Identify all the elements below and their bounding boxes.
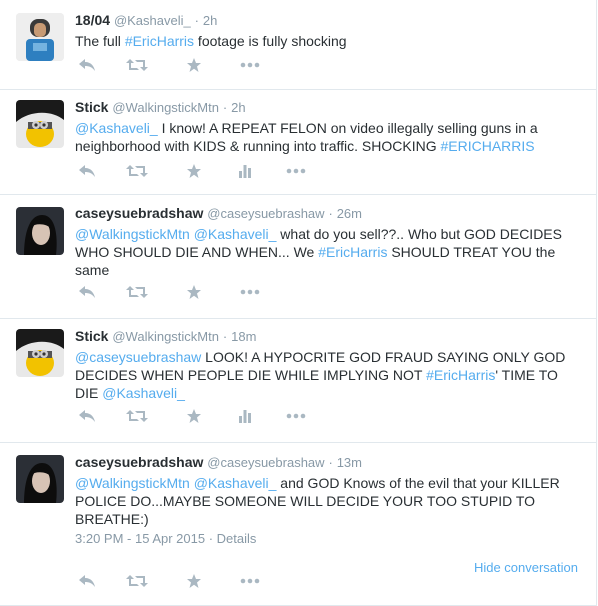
separator: ·	[328, 455, 333, 470]
favorite-icon[interactable]	[182, 56, 206, 74]
tweet-text: @WalkingstickMtn @Kashaveli_ and GOD Kno…	[75, 474, 584, 528]
conversation-timeline: 18/04 @Kashaveli_ · 2h The full #EricHar…	[0, 0, 597, 606]
tweet-time[interactable]: 2h	[231, 100, 245, 115]
tweet-time[interactable]: 26m	[337, 206, 362, 221]
mention-link[interactable]: @WalkingstickMtn	[75, 226, 190, 242]
mention-link[interactable]: @WalkingstickMtn	[75, 475, 190, 491]
tweet-2[interactable]: Stick @WalkingstickMtn · 2h @Kashaveli_ …	[0, 90, 596, 195]
reply-icon[interactable]	[75, 572, 99, 590]
tweet-header: 18/04 @Kashaveli_ · 2h	[75, 11, 584, 30]
text-part: footage is fully shocking	[194, 33, 347, 49]
fullname[interactable]: 18/04	[75, 12, 110, 28]
avatar[interactable]	[16, 455, 64, 503]
mention-link[interactable]: @Kashaveli_	[194, 226, 277, 242]
mention-link[interactable]: @Kashaveli_	[75, 120, 158, 136]
tweet-timestamp-details[interactable]: 3:20 PM - 15 Apr 2015 · Details	[75, 531, 256, 546]
tweet-header: Stick @WalkingstickMtn · 18m	[75, 327, 584, 346]
avatar[interactable]	[16, 207, 64, 255]
tweet-header: caseysuebradshaw @caseysuebrashaw · 26m	[75, 204, 584, 223]
tweet-header: caseysuebradshaw @caseysuebrashaw · 13m	[75, 453, 584, 472]
favorite-icon[interactable]	[182, 572, 206, 590]
separator: ·	[222, 329, 228, 344]
fullname[interactable]: Stick	[75, 99, 108, 115]
more-icon[interactable]	[284, 407, 308, 425]
tweet-4[interactable]: Stick @WalkingstickMtn · 18m @caseysuebr…	[0, 319, 596, 443]
tweet-time[interactable]: 18m	[231, 329, 256, 344]
mention-link[interactable]: @Kashaveli_	[102, 385, 185, 401]
stats-icon[interactable]	[233, 162, 257, 180]
avatar[interactable]	[16, 329, 64, 377]
username[interactable]: @caseysuebrashaw	[207, 455, 324, 470]
username[interactable]: @WalkingstickMtn	[112, 329, 219, 344]
retweet-icon[interactable]	[125, 283, 149, 301]
separator: ·	[194, 13, 199, 28]
username[interactable]: @Kashaveli_	[114, 13, 191, 28]
fullname[interactable]: caseysuebradshaw	[75, 205, 203, 221]
username[interactable]: @WalkingstickMtn	[112, 100, 219, 115]
tweet-header: Stick @WalkingstickMtn · 2h	[75, 98, 584, 117]
tweet-text: The full #EricHarris footage is fully sh…	[75, 32, 584, 50]
fullname[interactable]: caseysuebradshaw	[75, 454, 203, 470]
tweet-time[interactable]: 2h	[203, 13, 217, 28]
more-icon[interactable]	[238, 572, 262, 590]
hashtag-link[interactable]: #EricHarris	[318, 244, 387, 260]
hashtag-link[interactable]: #EricHarris	[125, 33, 194, 49]
avatar[interactable]	[16, 100, 64, 148]
hashtag-link[interactable]: #ERICHARRIS	[440, 138, 534, 154]
retweet-icon[interactable]	[125, 572, 149, 590]
separator: ·	[328, 206, 333, 221]
stats-icon[interactable]	[233, 407, 257, 425]
mention-link[interactable]: @Kashaveli_	[194, 475, 277, 491]
mention-link[interactable]: @caseysuebrashaw	[75, 349, 201, 365]
text-part: The full	[75, 33, 125, 49]
fullname[interactable]: Stick	[75, 328, 108, 344]
separator: ·	[222, 100, 228, 115]
avatar[interactable]	[16, 13, 64, 61]
reply-icon[interactable]	[75, 283, 99, 301]
favorite-icon[interactable]	[182, 283, 206, 301]
reply-icon[interactable]	[75, 407, 99, 425]
retweet-icon[interactable]	[125, 162, 149, 180]
tweet-5[interactable]: caseysuebradshaw @caseysuebrashaw · 13m …	[0, 443, 596, 606]
more-icon[interactable]	[284, 162, 308, 180]
retweet-icon[interactable]	[125, 56, 149, 74]
tweet-3[interactable]: caseysuebradshaw @caseysuebrashaw · 26m …	[0, 195, 596, 319]
more-icon[interactable]	[238, 56, 262, 74]
hashtag-link[interactable]: #EricHarris	[426, 367, 495, 383]
username[interactable]: @caseysuebrashaw	[207, 206, 324, 221]
reply-icon[interactable]	[75, 162, 99, 180]
tweet-text: @Kashaveli_ I know! A REPEAT FELON on vi…	[75, 119, 584, 155]
tweet-1[interactable]: 18/04 @Kashaveli_ · 2h The full #EricHar…	[0, 0, 596, 90]
favorite-icon[interactable]	[182, 407, 206, 425]
retweet-icon[interactable]	[125, 407, 149, 425]
tweet-text: @caseysuebrashaw LOOK! A HYPOCRITE GOD F…	[75, 348, 584, 402]
tweet-text: @WalkingstickMtn @Kashaveli_ what do you…	[75, 225, 584, 279]
reply-icon[interactable]	[75, 56, 99, 74]
favorite-icon[interactable]	[182, 162, 206, 180]
more-icon[interactable]	[238, 283, 262, 301]
hide-conversation-link[interactable]: Hide conversation	[474, 560, 578, 575]
tweet-time[interactable]: 13m	[337, 455, 362, 470]
